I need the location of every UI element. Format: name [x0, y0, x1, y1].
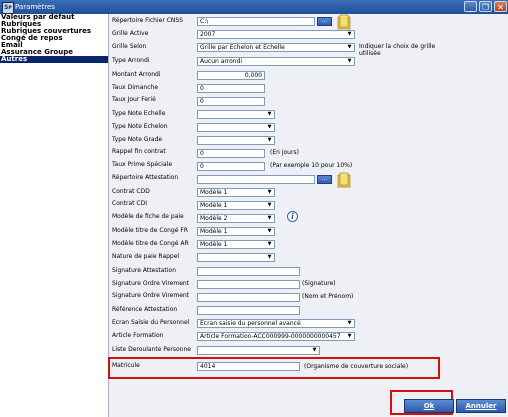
type-note-grade-label: Type Note Grade: [112, 136, 163, 143]
contrat-cdd-label: Contrat CDD: [112, 188, 150, 195]
chevron-down-icon[interactable]: ▼: [265, 241, 274, 248]
grille-active-label: Grille Active: [112, 30, 149, 37]
ecran-saisie-personnel-value: Ecran saisie du personnel avancé: [200, 320, 301, 327]
chevron-down-icon[interactable]: ▼: [265, 202, 274, 209]
type-note-grade-select[interactable]: ▼: [197, 136, 275, 145]
chevron-down-icon[interactable]: ▼: [265, 189, 274, 196]
modele-titre-conge-fr-label: Modèle titre de Congé FR: [112, 227, 189, 234]
contrat-cdd-value: Modèle 1: [200, 189, 228, 196]
window-title: Paramètres: [15, 3, 55, 11]
close-button[interactable]: ✕: [494, 1, 507, 12]
montant-arrondi-label: Montant Arrondi: [112, 71, 161, 78]
sidebar-item-autres[interactable]: Autres: [0, 56, 108, 63]
chevron-down-icon[interactable]: ▼: [265, 215, 274, 222]
grille-selon-label: Grille Selon: [112, 43, 147, 50]
rappel-fin-contrat-label: Rappel fin contrat: [112, 148, 166, 155]
chevron-down-icon[interactable]: ▼: [345, 31, 354, 38]
grille-active-value: 2007: [200, 31, 216, 38]
repertoire-attestation-browse-button[interactable]: ...: [317, 175, 332, 184]
modele-fiche-paie-value: Modèle 2: [200, 215, 228, 222]
montant-arrondi-field[interactable]: 0,000: [197, 71, 265, 80]
nature-paie-rappel-label: Nature de paie Rappel: [112, 253, 180, 260]
ecran-saisie-personnel-select[interactable]: Ecran saisie du personnel avancé ▼: [197, 319, 355, 328]
type-note-echelon-select[interactable]: ▼: [197, 123, 275, 132]
info-icon[interactable]: i: [287, 211, 298, 222]
title-bar: Sᴘ Paramètres _ ❐ ✕: [0, 0, 508, 14]
repertoire-attestation-label: Répertoire Attestation: [112, 174, 179, 181]
restore-button[interactable]: ❐: [479, 1, 492, 12]
taux-prime-speciale-label: Taux Prime Spéciale: [112, 161, 173, 168]
repertoire-cnss-label: Répertoire Fichier CNSS: [112, 17, 183, 24]
type-note-echelon-label: Type Note Echelon: [112, 123, 168, 130]
folder-icon[interactable]: [337, 172, 351, 188]
modele-titre-conge-fr-value: Modèle 1: [200, 228, 228, 235]
signature-ordre-virement-nom-note: (Nom et Prénom): [302, 293, 354, 300]
modele-fiche-paie-select[interactable]: Modèle 2 ▼: [197, 214, 275, 223]
matricule-label: Matricule: [112, 362, 140, 369]
chevron-down-icon[interactable]: ▼: [265, 124, 274, 131]
grille-selon-note: Indiquer la choix de grille utilisée: [359, 43, 436, 57]
grille-active-select[interactable]: 2007 ▼: [197, 30, 355, 39]
modele-titre-conge-ar-value: Modèle 1: [200, 241, 228, 248]
folder-icon[interactable]: [337, 14, 351, 30]
modele-titre-conge-ar-label: Modèle titre de Congé AR: [112, 240, 189, 247]
matricule-field[interactable]: 4014: [197, 362, 300, 371]
liste-deroulante-personne-select[interactable]: ▼: [197, 346, 320, 355]
taux-prime-speciale-note: (Par exemple 10 pour 10%): [270, 162, 353, 169]
contrat-cdd-select[interactable]: Modèle 1 ▼: [197, 188, 275, 197]
rappel-fin-contrat-field[interactable]: 0: [197, 149, 265, 158]
chevron-down-icon[interactable]: ▼: [265, 137, 274, 144]
contrat-cdi-select[interactable]: Modèle 1 ▼: [197, 201, 275, 210]
taux-dimanche-field[interactable]: 0: [197, 84, 265, 93]
repertoire-cnss-field[interactable]: C:\: [197, 17, 315, 26]
type-arrondi-label: Type Arrondi: [112, 57, 150, 64]
ecran-saisie-personnel-label: Ecran Saisie du Personnel: [112, 319, 190, 326]
taux-jour-ferie-field[interactable]: 0: [197, 97, 265, 106]
signature-ordre-virement-note: (Signature): [302, 280, 336, 287]
nature-paie-rappel-select[interactable]: ▼: [197, 253, 275, 262]
taux-jour-ferie-label: Taux Jour Ferié: [112, 96, 156, 103]
type-arrondi-value: Aucun arrondi: [200, 58, 243, 65]
repertoire-attestation-field[interactable]: [197, 175, 315, 184]
modele-titre-conge-fr-select[interactable]: Modèle 1 ▼: [197, 227, 275, 236]
type-note-echelle-select[interactable]: ▼: [197, 110, 275, 119]
chevron-down-icon[interactable]: ▼: [345, 44, 354, 51]
article-formation-select[interactable]: Article Formation-ACC000999-000000000045…: [197, 332, 355, 341]
signature-attestation-label: Signature Attestation: [112, 267, 176, 274]
chevron-down-icon[interactable]: ▼: [265, 111, 274, 118]
chevron-down-icon[interactable]: ▼: [345, 333, 354, 340]
grille-selon-value: Grille par Echelon et Echelle: [200, 44, 285, 51]
sidebar: Valeurs par défaut Rubriques Rubriques c…: [0, 14, 108, 417]
chevron-down-icon[interactable]: ▼: [310, 347, 319, 354]
chevron-down-icon[interactable]: ▼: [265, 254, 274, 261]
signature-ordre-virement-nom-field[interactable]: [197, 293, 300, 302]
article-formation-value: Article Formation-ACC000999-000000000045…: [200, 333, 341, 340]
taux-prime-speciale-field[interactable]: 0: [197, 162, 265, 171]
annuler-button[interactable]: Annuler: [456, 399, 506, 413]
ok-button[interactable]: Ok: [404, 399, 454, 413]
modele-fiche-paie-label: Modèle de fiche de paie: [112, 213, 184, 220]
reference-attestation-field[interactable]: [197, 306, 300, 315]
modele-titre-conge-ar-select[interactable]: Modèle 1 ▼: [197, 240, 275, 249]
type-arrondi-select[interactable]: Aucun arrondi ▼: [197, 57, 355, 66]
signature-ordre-virement-field[interactable]: [197, 280, 300, 289]
chevron-down-icon[interactable]: ▼: [265, 228, 274, 235]
contrat-cdi-label: Contrat CDI: [112, 200, 147, 207]
article-formation-label: Article Formation: [112, 332, 164, 339]
grille-selon-select[interactable]: Grille par Echelon et Echelle ▼: [197, 43, 355, 52]
repertoire-cnss-browse-button[interactable]: ...: [317, 17, 332, 26]
liste-deroulante-personne-label: Liste Deroulante Personne: [112, 346, 191, 353]
contrat-cdi-value: Modèle 1: [200, 202, 228, 209]
signature-attestation-field[interactable]: [197, 267, 300, 276]
reference-attestation-label: Référence Attestation: [112, 306, 178, 313]
signature-ordre-virement-nom-label: Signature Ordre Virement: [112, 292, 190, 299]
chevron-down-icon[interactable]: ▼: [345, 320, 354, 327]
type-note-echelle-label: Type Note Echelle: [112, 110, 166, 117]
minimize-button[interactable]: _: [464, 1, 477, 12]
matricule-note: (Organisme de couverture sociale): [304, 363, 409, 370]
signature-ordre-virement-label: Signature Ordre Virement: [112, 280, 190, 287]
taux-dimanche-label: Taux Dimanche: [112, 84, 159, 91]
chevron-down-icon[interactable]: ▼: [345, 58, 354, 65]
rappel-fin-contrat-note: (En jours): [270, 149, 299, 156]
